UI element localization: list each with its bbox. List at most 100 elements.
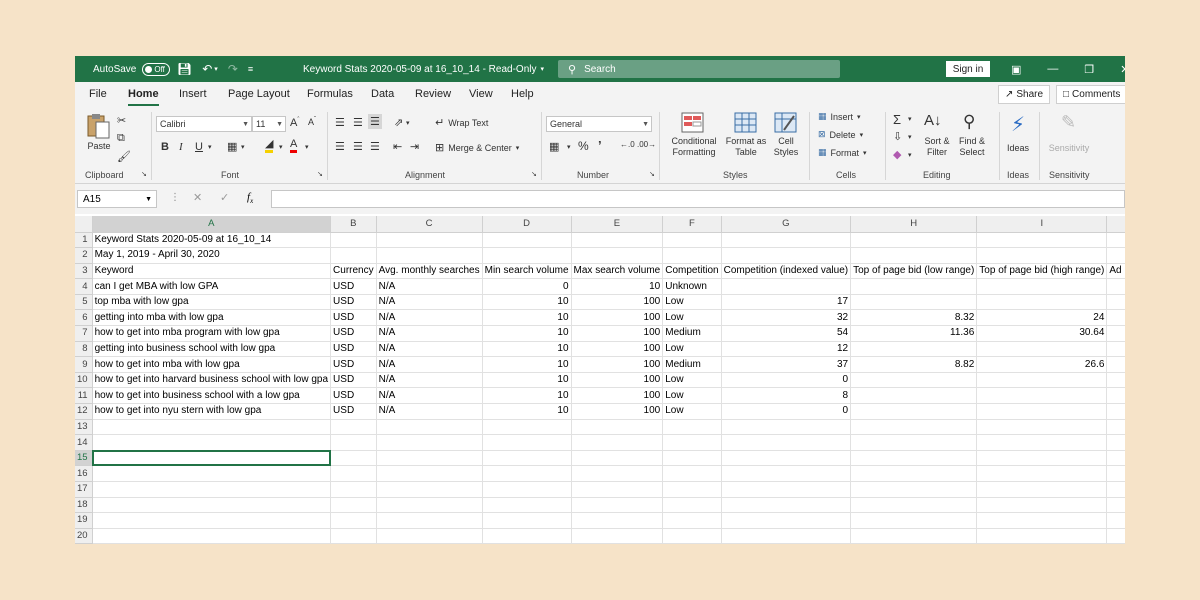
row-header[interactable]: 12: [75, 403, 93, 420]
cell-F7[interactable]: Medium: [662, 325, 722, 342]
column-header[interactable]: A: [92, 216, 332, 233]
row-header[interactable]: 19: [75, 512, 93, 529]
row-header[interactable]: 18: [75, 497, 93, 514]
cell-D18[interactable]: [482, 497, 572, 514]
cell-A8[interactable]: getting into business school with low gp…: [92, 341, 332, 358]
select-all-corner[interactable]: [75, 216, 93, 233]
cell-G9[interactable]: 37: [721, 356, 852, 373]
chevron-down-icon[interactable]: ▾: [279, 143, 283, 151]
font-name-select[interactable]: Calibri ▼: [156, 116, 252, 132]
cell-I12[interactable]: [976, 403, 1108, 420]
cell-H11[interactable]: [850, 387, 978, 405]
cell-E6[interactable]: 100: [571, 309, 664, 327]
cell-H20[interactable]: [850, 528, 978, 544]
cell-G13[interactable]: [721, 419, 852, 436]
number-format-select[interactable]: General ▼: [546, 116, 652, 132]
cell-B1[interactable]: [330, 232, 377, 249]
cell-C6[interactable]: N/A: [376, 309, 483, 327]
row-header[interactable]: 5: [75, 294, 93, 311]
cell-H14[interactable]: [850, 434, 978, 451]
row-header[interactable]: 8: [75, 341, 93, 358]
formula-bar-splitter-icon[interactable]: ⋮: [170, 192, 180, 203]
tab-formulas[interactable]: Formulas: [307, 88, 353, 100]
row-header[interactable]: 9: [75, 356, 93, 373]
column-header[interactable]: J: [1106, 216, 1125, 233]
cell-A12[interactable]: how to get into nyu stern with low gpa: [92, 403, 332, 420]
cell-E1[interactable]: [571, 232, 664, 249]
cell-A2[interactable]: May 1, 2019 - April 30, 2020: [92, 247, 332, 264]
row-header[interactable]: 4: [75, 278, 93, 295]
cell-F17[interactable]: [662, 481, 722, 498]
cell-F2[interactable]: [662, 247, 722, 264]
row-header[interactable]: 6: [75, 309, 93, 327]
cell-D6[interactable]: 10: [482, 309, 572, 327]
row-header[interactable]: 3: [75, 263, 93, 280]
cell-I3[interactable]: Top of page bid (high range): [976, 263, 1108, 280]
cell-F13[interactable]: [662, 419, 722, 436]
cell-A6[interactable]: getting into mba with low gpa: [92, 309, 332, 327]
cell-E8[interactable]: 100: [571, 341, 664, 358]
cell-G6[interactable]: 32: [721, 309, 852, 327]
chevron-down-icon[interactable]: ▾: [241, 143, 245, 151]
search-box[interactable]: ⚲ Search: [558, 60, 840, 78]
cell-B9[interactable]: USD: [330, 356, 377, 373]
cell-E7[interactable]: 100: [571, 325, 664, 342]
cell-J17[interactable]: [1106, 481, 1125, 498]
cell-F6[interactable]: Low: [662, 309, 722, 327]
cut-icon[interactable]: ✂: [117, 114, 126, 127]
cell-J4[interactable]: [1106, 278, 1125, 295]
cell-J18[interactable]: [1106, 497, 1125, 514]
sensitivity-button[interactable]: ✎ Sensitivity: [1045, 112, 1093, 164]
italic-icon[interactable]: I: [179, 141, 183, 153]
cell-F8[interactable]: Low: [662, 341, 722, 358]
cell-J7[interactable]: [1106, 325, 1125, 342]
cell-B10[interactable]: USD: [330, 372, 377, 389]
cell-G17[interactable]: [721, 481, 852, 498]
cell-H2[interactable]: [850, 247, 978, 264]
cell-B13[interactable]: [330, 419, 377, 436]
cell-B11[interactable]: USD: [330, 387, 377, 405]
row-header[interactable]: 15: [75, 450, 93, 467]
column-header[interactable]: F: [662, 216, 722, 233]
cell-B19[interactable]: [330, 512, 377, 529]
font-size-select[interactable]: 11 ▼: [252, 116, 286, 132]
cell-C10[interactable]: N/A: [376, 372, 483, 389]
cell-E19[interactable]: [571, 512, 664, 529]
conditional-formatting-button[interactable]: Conditional Formatting: [667, 112, 721, 164]
column-header[interactable]: D: [482, 216, 572, 233]
cell-H13[interactable]: [850, 419, 978, 436]
undo-dropdown-icon[interactable]: ▾: [214, 65, 218, 73]
cell-I2[interactable]: [976, 247, 1108, 264]
chevron-down-icon[interactable]: ▾: [908, 151, 912, 159]
cell-A5[interactable]: top mba with low gpa: [92, 294, 332, 311]
cell-B20[interactable]: [330, 528, 377, 544]
cell-C1[interactable]: [376, 232, 483, 249]
cell-H19[interactable]: [850, 512, 978, 529]
cell-B2[interactable]: [330, 247, 377, 264]
cell-J13[interactable]: [1106, 419, 1125, 436]
delete-cells-button[interactable]: ⊠ Delete ▾: [818, 129, 863, 140]
cell-B12[interactable]: USD: [330, 403, 377, 420]
increase-font-icon[interactable]: Aˆ: [290, 117, 299, 129]
cell-I9[interactable]: 26.6: [976, 356, 1108, 373]
cell-A18[interactable]: [92, 497, 332, 514]
bold-icon[interactable]: B: [161, 141, 169, 153]
cell-B15[interactable]: [330, 450, 377, 467]
sort-filter-button[interactable]: A↓ Sort & Filter: [920, 112, 954, 164]
cell-A4[interactable]: can I get MBA with low GPA: [92, 278, 332, 295]
decrease-font-icon[interactable]: Aˇ: [308, 117, 316, 127]
cell-C17[interactable]: [376, 481, 483, 498]
minimize-icon[interactable]: —: [1047, 63, 1058, 75]
cell-G14[interactable]: [721, 434, 852, 451]
cell-A10[interactable]: how to get into harvard business school …: [92, 372, 332, 389]
undo-icon[interactable]: ↶: [202, 62, 212, 76]
cell-I4[interactable]: [976, 278, 1108, 295]
cell-J11[interactable]: [1106, 387, 1125, 405]
cell-A17[interactable]: [92, 481, 332, 498]
middle-align-icon[interactable]: ☰: [353, 116, 363, 129]
cell-A13[interactable]: [92, 419, 332, 436]
cell-B16[interactable]: [330, 465, 377, 482]
cell-C19[interactable]: [376, 512, 483, 529]
cell-I18[interactable]: [976, 497, 1108, 514]
cell-H3[interactable]: Top of page bid (low range): [850, 263, 978, 280]
